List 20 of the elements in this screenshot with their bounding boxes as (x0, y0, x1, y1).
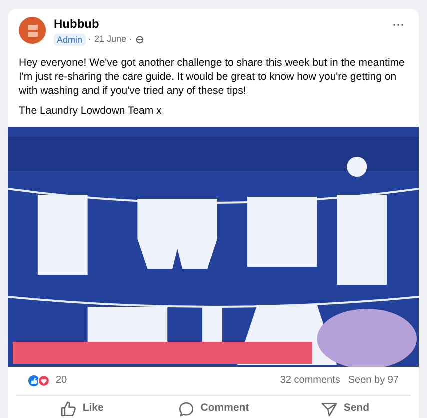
thumbs-up-icon (60, 400, 77, 418)
speech-bubble-icon (178, 400, 195, 418)
author-name[interactable]: Hubbub (54, 17, 144, 31)
comment-count[interactable]: 32 comments (280, 373, 340, 388)
send-icon (320, 400, 338, 418)
comment-button[interactable]: Comment (148, 396, 280, 418)
reactions-icon[interactable] (28, 374, 52, 386)
separator: · (88, 33, 92, 46)
send-button[interactable]: Send (279, 396, 412, 418)
separator: · (130, 33, 133, 46)
post-text: Hey everyone! We've got another challenge to share this week but in the meantime I'm just re-sharing the care guide. It would be great to know how you're getting on with washing and if you've tried any of these tips! (19, 56, 406, 98)
seen-count[interactable]: Seen by 97 (348, 373, 399, 388)
like-button[interactable]: Like (16, 396, 148, 418)
reaction-count: 20 (56, 374, 68, 388)
post-text: The Laundry Lowdown Team x (19, 104, 163, 118)
role-badge: Admin (54, 34, 86, 46)
logo-icon (28, 24, 38, 36)
more-options-button[interactable]: ··· (393, 19, 405, 31)
avatar[interactable] (19, 17, 46, 44)
post-date[interactable]: 21 June (94, 33, 127, 46)
